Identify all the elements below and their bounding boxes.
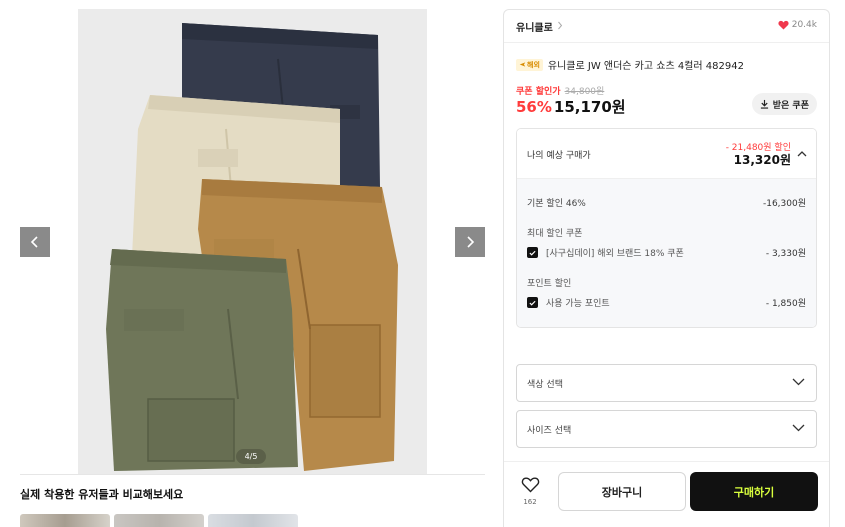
overseas-badge: 해외 <box>516 58 543 71</box>
chevron-right-icon <box>467 236 475 248</box>
add-to-cart-button[interactable]: 장바구니 <box>558 472 686 511</box>
gallery-counter: 4/5 <box>236 449 266 464</box>
user-photo-thumbnail[interactable] <box>20 514 110 527</box>
point-checkbox[interactable] <box>527 297 538 308</box>
size-select-label: 사이즈 선택 <box>527 426 572 436</box>
heart-icon <box>778 20 789 30</box>
user-photo-thumbnails <box>20 514 298 527</box>
chevron-up-icon <box>797 151 807 157</box>
user-photo-thumbnail[interactable] <box>208 514 298 527</box>
point-row: 사용 가능 포인트 - 1,850원 <box>527 296 806 309</box>
coupon-button[interactable]: 받은 쿠폰 <box>751 93 817 115</box>
checkmark-icon <box>529 250 536 256</box>
like-count-text: 20.4k <box>791 20 817 30</box>
product-title: 유니클로 JW 앤더슨 카고 쇼츠 4컬러 482942 <box>547 61 744 72</box>
download-icon <box>760 99 768 109</box>
gallery-prev-button[interactable] <box>20 227 50 257</box>
coupon-button-label: 받은 쿠폰 <box>772 100 809 111</box>
heart-outline-icon <box>521 477 539 493</box>
wishlist-button[interactable]: 162 <box>518 476 542 506</box>
brand-name[interactable]: 유니클로 <box>516 19 553 34</box>
divider <box>20 474 485 475</box>
wishlist-count: 162 <box>523 498 537 506</box>
color-select[interactable]: 색상 선택 <box>516 364 817 402</box>
coupon-row: [사구십데이] 해외 브랜드 18% 쿠폰 - 3,330원 <box>527 246 806 259</box>
size-select[interactable]: 사이즈 선택 <box>516 410 817 448</box>
brand-row[interactable]: 유니클로 20.4k <box>504 10 829 43</box>
product-info-panel: 유니클로 20.4k 해외 유니클로 JW 앤더슨 카고 쇼츠 4컬러 4829… <box>503 9 830 527</box>
point-item-label: 사용 가능 포인트 <box>546 299 610 309</box>
product-image[interactable] <box>78 9 427 474</box>
sale-price: 15,170원 <box>553 98 626 116</box>
estimated-price-label: 나의 예상 구매가 <box>527 151 591 161</box>
product-title-row: 해외 유니클로 JW 앤더슨 카고 쇼츠 4컬러 482942 <box>516 57 744 72</box>
point-item-value: - 1,850원 <box>765 299 806 309</box>
airplane-icon <box>519 62 526 67</box>
coupon-item-value: - 3,330원 <box>765 249 806 259</box>
chevron-left-icon <box>30 236 38 248</box>
coupon-checkbox[interactable] <box>527 247 538 258</box>
base-discount-row: 기본 할인 46% -16,300원 <box>527 196 806 209</box>
discount-rate: 56% <box>516 98 552 116</box>
chevron-right-icon <box>558 21 563 30</box>
chevron-down-icon <box>792 378 805 386</box>
chevron-down-icon <box>792 424 805 432</box>
compare-section-title: 실제 착용한 유저들과 비교해보세요 <box>20 488 184 501</box>
base-discount-value: -16,300원 <box>762 199 806 209</box>
point-group-label: 포인트 할인 <box>527 279 572 289</box>
buy-now-button[interactable]: 구매하기 <box>690 472 818 511</box>
gallery-next-button[interactable] <box>455 227 485 257</box>
checkmark-icon <box>529 300 536 306</box>
overseas-badge-label: 해외 <box>527 60 540 69</box>
estimated-price-box: 나의 예상 구매가 - 21,480원 할인 13,320원 기본 할인 46%… <box>516 128 817 328</box>
coupon-item-label: [사구십데이] 해외 브랜드 18% 쿠폰 <box>546 249 684 259</box>
product-gallery: 4/5 실제 착용한 유저들과 비교해보세요 <box>0 0 500 527</box>
estimated-price-header[interactable]: 나의 예상 구매가 - 21,480원 할인 13,320원 <box>517 129 816 179</box>
user-photo-thumbnail[interactable] <box>114 514 204 527</box>
estimated-price: 13,320원 <box>733 153 791 167</box>
color-select-label: 색상 선택 <box>527 380 563 390</box>
estimated-price-breakdown: 기본 할인 46% -16,300원 최대 할인 쿠폰 [사구십데이] 해외 브… <box>517 179 816 327</box>
price-row: 56% 15,170원 <box>516 96 626 117</box>
coupon-group-label: 최대 할인 쿠폰 <box>527 229 583 239</box>
base-discount-label: 기본 할인 46% <box>527 199 586 209</box>
like-count[interactable]: 20.4k <box>778 20 817 30</box>
divider <box>504 461 829 462</box>
